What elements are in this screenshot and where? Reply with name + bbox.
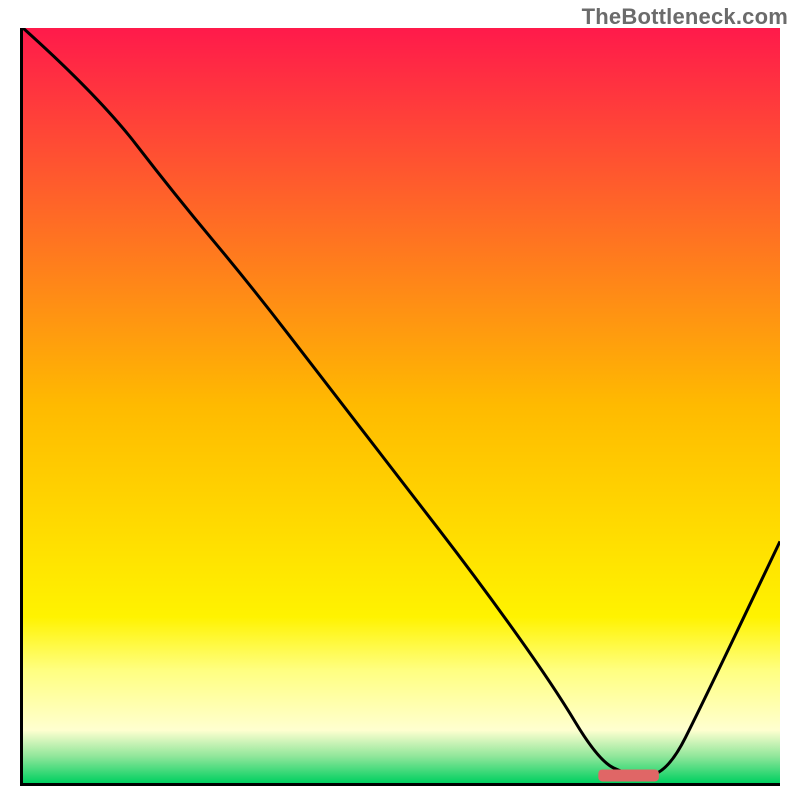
plot-area [20, 28, 780, 786]
gradient-background [23, 28, 780, 783]
attribution-text: TheBottleneck.com [582, 4, 788, 30]
optimal-marker [598, 769, 659, 781]
chart-svg [23, 28, 780, 783]
chart-container: TheBottleneck.com [0, 0, 800, 800]
